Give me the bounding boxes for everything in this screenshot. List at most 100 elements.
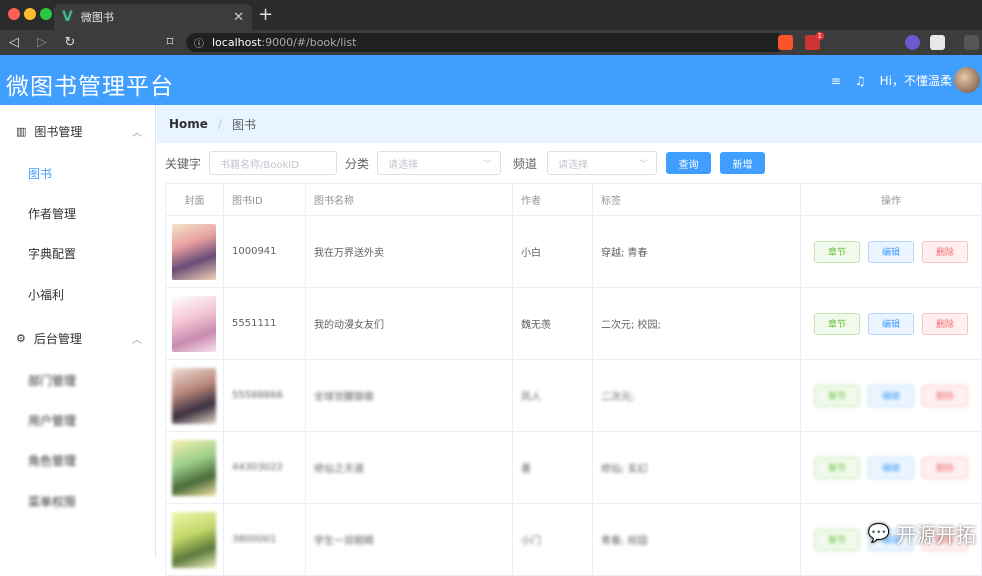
menu-group-admin[interactable]: ⚙ 后台管理 ︿	[16, 330, 82, 347]
breadcrumb-current: 图书	[232, 116, 256, 133]
back-icon[interactable]: ◁	[0, 35, 28, 50]
edit-button[interactable]: 编辑	[868, 241, 914, 263]
edit-button[interactable]: 编辑	[868, 385, 914, 407]
book-author: 风人	[513, 360, 593, 432]
url-path: :9000/#/book/list	[261, 36, 356, 49]
book-author: 小门	[513, 504, 593, 576]
category-label: 分类	[345, 155, 369, 172]
profile-extension-icon[interactable]	[964, 35, 979, 50]
book-tags: 修仙; 玄幻	[593, 432, 801, 504]
new-tab-icon[interactable]: +	[258, 4, 273, 25]
book-cover-image	[172, 296, 216, 352]
browser-tab[interactable]: V 微图书 ✕	[54, 4, 252, 30]
delete-button[interactable]: 删除	[922, 385, 968, 407]
bookmark-icon[interactable]: ⌑	[156, 35, 184, 50]
cover-cell	[166, 288, 224, 360]
table-row: 1000941 我在万界送外卖 小白 穿越; 青春 章节编辑删除	[166, 216, 982, 288]
brave-rewards-icon[interactable]: 1	[805, 35, 820, 50]
category-placeholder: 请选择	[388, 156, 418, 171]
sidebar-item-menus[interactable]: 菜单权限	[28, 493, 76, 510]
chevron-down-icon: ﹀	[483, 157, 492, 170]
chapter-button[interactable]: 章节	[814, 385, 860, 407]
edit-button[interactable]: 编辑	[868, 313, 914, 335]
header-book-id: 图书ID	[224, 184, 306, 216]
delete-button[interactable]: 删除	[922, 313, 968, 335]
sidebar-item-perks[interactable]: 小福利	[28, 286, 64, 303]
chevron-down-icon: ﹀	[639, 157, 648, 170]
query-button[interactable]: 查询	[666, 152, 711, 174]
sidebar-item-authors[interactable]: 作者管理	[28, 205, 76, 222]
url-host: localhost	[212, 36, 261, 49]
forward-icon[interactable]: ▷	[28, 35, 56, 50]
wechat-icon: 💬	[868, 523, 890, 544]
sidebar-item-books[interactable]: 图书	[28, 165, 52, 182]
maximize-window-dot[interactable]	[40, 8, 52, 20]
header-tags: 标签	[593, 184, 801, 216]
chapter-button[interactable]: 章节	[814, 241, 860, 263]
main-content: Home / 图书 关键字 书籍名称/BookID 分类 请选择 ﹀ 频道 请选择…	[157, 105, 982, 558]
channel-select[interactable]: 请选择 ﹀	[547, 151, 657, 175]
chapter-button[interactable]: 章节	[814, 457, 860, 479]
breadcrumb: Home / 图书	[157, 105, 982, 143]
chart-icon: ▥	[16, 125, 26, 138]
book-author: 魏无羡	[513, 288, 593, 360]
tab-title: 微图书	[81, 9, 233, 25]
sidebar-item-roles[interactable]: 角色管理	[28, 452, 76, 469]
table-row: 5551111 我的动漫女友们 魏无羡 二次元; 校园; 章节编辑删除	[166, 288, 982, 360]
menu-icon[interactable]: ≡	[831, 74, 841, 88]
add-button[interactable]: 新增	[720, 152, 765, 174]
menu-group-label: 图书管理	[34, 123, 82, 140]
menu-group-books[interactable]: ▥ 图书管理 ︿	[16, 123, 82, 140]
book-id: 1000941	[224, 216, 306, 288]
breadcrumb-home[interactable]: Home	[169, 117, 208, 131]
book-id: 5551111	[224, 288, 306, 360]
book-tags: 穿越; 青春	[593, 216, 801, 288]
keyword-input[interactable]: 书籍名称/BookID	[209, 151, 337, 175]
app-title: 微图书管理平台	[6, 67, 174, 101]
brave-shield-icon[interactable]	[778, 35, 793, 50]
book-author: 墨	[513, 432, 593, 504]
book-name: 学生一双眼睛	[306, 504, 513, 576]
delete-button[interactable]: 删除	[922, 457, 968, 479]
channel-label: 频道	[513, 155, 537, 172]
book-name: 修仙之天道	[306, 432, 513, 504]
browser-toolbar: ◁ ▷ ↻ ⌑ ⓘ localhost :9000/#/book/list 1	[0, 30, 982, 55]
chapter-button[interactable]: 章节	[814, 529, 860, 551]
header-actions: 操作	[801, 184, 982, 216]
cover-cell	[166, 432, 224, 504]
browser-tab-bar: V 微图书 ✕ +	[0, 0, 982, 30]
vue-logo-icon: V	[62, 9, 73, 25]
sidebar-item-dictionary[interactable]: 字典配置	[28, 245, 76, 262]
chapter-button[interactable]: 章节	[814, 313, 860, 335]
book-author: 小白	[513, 216, 593, 288]
header-book-name: 图书名称	[306, 184, 513, 216]
delete-button[interactable]: 删除	[922, 241, 968, 263]
book-name: 全球觉醒御兽	[306, 360, 513, 432]
s-extension-icon[interactable]	[930, 35, 945, 50]
book-id: 55588866	[224, 360, 306, 432]
book-cover-image	[172, 440, 216, 496]
chevron-up-icon: ︿	[132, 331, 142, 346]
sidebar-item-departments[interactable]: 部门管理	[28, 372, 76, 389]
actions-cell: 章节编辑删除	[801, 216, 982, 288]
minimize-window-dot[interactable]	[24, 8, 36, 20]
sidebar-item-users[interactable]: 用户管理	[28, 412, 76, 429]
menu-group-label: 后台管理	[34, 330, 82, 347]
extension-icon[interactable]	[905, 35, 920, 50]
keyword-label: 关键字	[165, 155, 201, 172]
table-header-row: 封面 图书ID 图书名称 作者 标签 操作	[166, 184, 982, 216]
breadcrumb-separator: /	[218, 117, 222, 131]
book-cover-image	[172, 368, 216, 424]
address-bar[interactable]: ⓘ localhost :9000/#/book/list	[186, 33, 786, 52]
reload-icon[interactable]: ↻	[56, 35, 84, 50]
close-tab-icon[interactable]: ✕	[233, 10, 244, 25]
actions-cell: 章节编辑删除	[801, 288, 982, 360]
edit-button[interactable]: 编辑	[868, 457, 914, 479]
category-select[interactable]: 请选择 ﹀	[377, 151, 501, 175]
header-author: 作者	[513, 184, 593, 216]
close-window-dot[interactable]	[8, 8, 20, 20]
bell-icon[interactable]: ♫	[855, 74, 866, 88]
channel-placeholder: 请选择	[558, 156, 588, 171]
avatar[interactable]	[954, 67, 980, 93]
user-greeting[interactable]: Hi，不懂温柔	[880, 72, 952, 89]
